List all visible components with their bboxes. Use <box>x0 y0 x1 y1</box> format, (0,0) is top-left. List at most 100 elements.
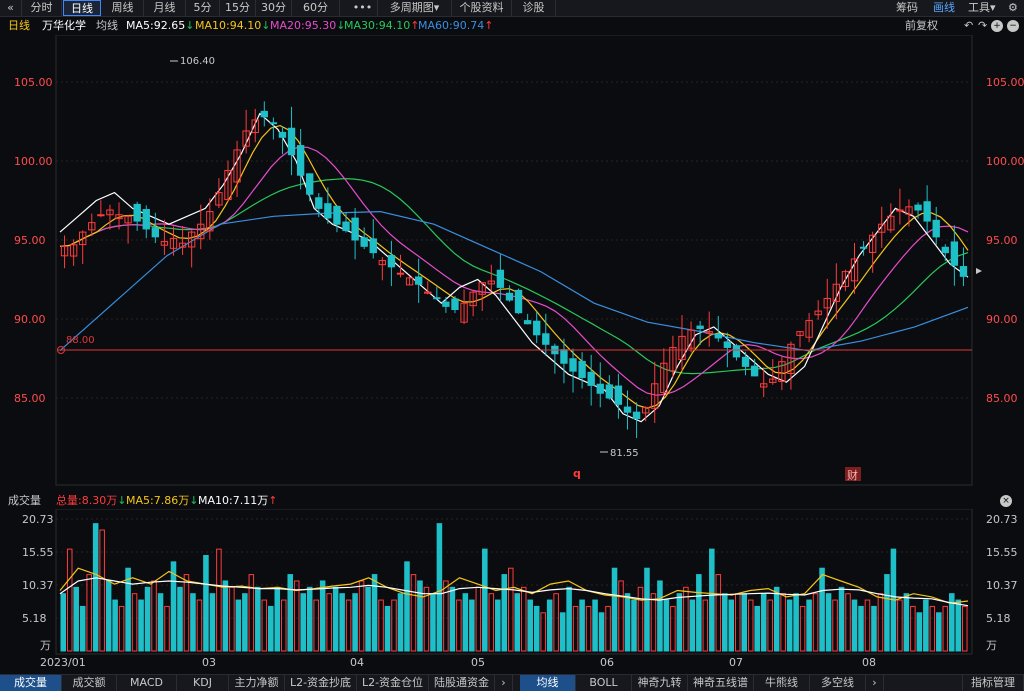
tab-five-lines[interactable]: 神奇五线谱 <box>688 675 754 691</box>
price-tick-left: 105.00 <box>14 76 53 89</box>
tab-boll[interactable]: BOLL <box>576 675 632 691</box>
candlestick-chart[interactable]: 88.00 106.40 81.55 q 财 105.00 100.00 95.00… <box>0 35 1024 491</box>
ma20-text: MA20:95.30 <box>270 19 337 32</box>
candle-body <box>959 266 968 277</box>
volume-ma10-text: MA10:7.11万 <box>198 494 269 507</box>
tab-macd[interactable]: MACD <box>117 675 177 691</box>
volume-bar <box>365 586 371 652</box>
candle-body <box>351 217 359 241</box>
volume-bar <box>449 586 456 652</box>
chevron-down-icon: ▾ <box>433 1 440 14</box>
diagnose-button[interactable]: 诊股 <box>512 0 556 16</box>
volume-bar <box>514 593 521 652</box>
tab-long-short[interactable]: 多空线 <box>810 675 866 691</box>
period-label: 日线 <box>8 19 30 32</box>
candle-body <box>741 356 750 367</box>
period-tab-60min[interactable]: 60分 <box>292 0 340 16</box>
multi-period-button[interactable]: 多周期图▾ <box>378 0 452 16</box>
candle-body <box>923 201 931 222</box>
tab-l2-bottom-fishing[interactable]: L2-资金抄底 <box>285 675 357 691</box>
volume-bar <box>417 580 423 652</box>
period-tab-15min[interactable]: 15分 <box>220 0 256 16</box>
tab-kdj[interactable]: KDJ <box>177 675 229 691</box>
volume-unit-right: 万 <box>986 639 997 652</box>
tab-td-nine[interactable]: 神奇九转 <box>632 675 688 691</box>
zoom-out-icon[interactable]: − <box>1007 20 1019 32</box>
period-tab-daily[interactable]: 日线 <box>63 0 101 16</box>
volume-title[interactable]: 成交量 <box>8 493 41 509</box>
date-tick-may: 05 <box>471 656 485 669</box>
volume-ma5-text: MA5:7.86万 <box>126 494 190 507</box>
zoom-in-icon[interactable]: + <box>991 20 1003 32</box>
tab-turnover[interactable]: 成交额 <box>62 675 117 691</box>
stock-name[interactable]: 万华化学 <box>42 17 86 35</box>
reference-price-label: 88.00 <box>66 335 95 346</box>
double-chevron-left-icon[interactable]: « <box>0 0 22 16</box>
candle-body <box>569 358 577 372</box>
price-tick-right: 100.00 <box>986 155 1024 168</box>
period-tab-30min[interactable]: 30分 <box>256 0 292 16</box>
tab-ma[interactable]: 均线 <box>520 675 576 691</box>
earnings-marker[interactable]: 财 <box>847 468 858 482</box>
volume-bar <box>319 580 326 652</box>
draw-line-button[interactable]: 画线 <box>933 0 955 16</box>
candle-body <box>941 246 949 254</box>
candle-body <box>260 110 268 118</box>
volume-bar <box>806 599 812 652</box>
tab-main-net[interactable]: 主力净额 <box>229 675 285 691</box>
volume-bar <box>255 586 261 652</box>
volume-bar <box>501 574 508 652</box>
close-icon[interactable]: × <box>1000 495 1012 507</box>
arrow-up-icon: ↑ <box>484 19 494 32</box>
volume-bar <box>741 593 748 652</box>
volume-bar <box>495 599 501 652</box>
chevron-right-icon[interactable]: › <box>495 675 513 691</box>
tab-volume[interactable]: 成交量 <box>0 675 62 691</box>
volume-bar <box>657 580 663 652</box>
period-tab-monthly[interactable]: 月线 <box>144 0 186 16</box>
event-marker-q[interactable]: q <box>573 467 581 480</box>
volume-total-text: 总量:8.30万 <box>56 494 118 507</box>
candle-body <box>723 341 732 348</box>
period-tab-weekly[interactable]: 周线 <box>102 0 144 16</box>
high-price-label: 106.40 <box>180 56 215 67</box>
chevron-right-icon[interactable]: › <box>866 675 884 691</box>
candle[interactable] <box>514 288 523 315</box>
volume-bar <box>773 586 780 652</box>
candle-body <box>360 237 368 247</box>
ma20-value: MA20:95.30↓ <box>270 17 345 35</box>
volume-bar <box>916 612 923 652</box>
ma-label[interactable]: 均线 <box>96 17 118 35</box>
candle-body <box>342 221 350 232</box>
volume-chart[interactable]: 20.73 20.73 15.55 15.55 10.37 10.37 5.18 5.18 万 万 <box>0 509 1024 655</box>
period-tab-5min[interactable]: 5分 <box>186 0 220 16</box>
volume-bar <box>242 593 248 652</box>
volume-bar <box>559 612 566 652</box>
redo-icon[interactable]: ↷ <box>978 17 987 35</box>
tab-northbound[interactable]: 陆股通资金 <box>429 675 495 691</box>
undo-icon[interactable]: ↶ <box>964 17 973 35</box>
volume-bar <box>838 586 845 652</box>
date-tick-jan: 2023/01 <box>40 656 86 669</box>
candle-body <box>387 255 396 268</box>
volume-bar <box>579 599 585 652</box>
tab-bull-bear[interactable]: 牛熊线 <box>754 675 810 691</box>
volume-bar <box>306 586 313 652</box>
chips-button[interactable]: 筹码 <box>896 0 918 16</box>
gear-icon[interactable]: ⚙ <box>1008 0 1018 16</box>
stock-info-button[interactable]: 个股资料 <box>452 0 512 16</box>
volume-bar <box>190 593 196 652</box>
more-icon[interactable]: ••• <box>348 0 378 16</box>
chevron-down-icon: ▾ <box>990 1 996 14</box>
indicator-manage-button[interactable]: 指标管理 <box>962 675 1024 691</box>
volume-bar <box>235 599 242 652</box>
tools-button[interactable]: 工具▾ <box>968 0 996 16</box>
volume-bar <box>709 548 715 652</box>
volume-tick-left: 20.73 <box>22 513 54 526</box>
tab-l2-position[interactable]: L2-资金仓位 <box>357 675 429 691</box>
period-tab-intraday[interactable]: 分时 <box>22 0 62 16</box>
volume-bar <box>404 561 410 652</box>
candle-body <box>542 333 550 345</box>
volume-bar <box>430 593 436 652</box>
adjust-button[interactable]: 前复权 <box>905 17 938 35</box>
